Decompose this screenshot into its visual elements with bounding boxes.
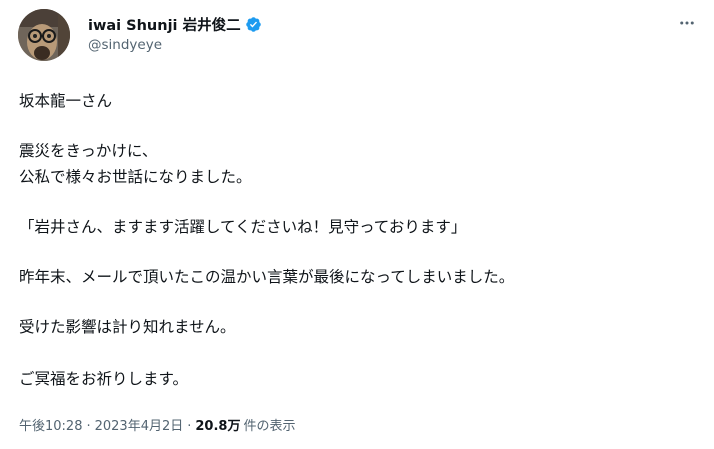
avatar-image bbox=[18, 9, 70, 61]
tweet-footer: 午後10:28 · 2023年4月2日 · 20.8万 件の表示 bbox=[19, 415, 295, 434]
verified-badge-icon bbox=[245, 16, 262, 33]
views-label: 件の表示 bbox=[243, 419, 296, 434]
footer-separator: · bbox=[187, 419, 192, 434]
tweet-time[interactable]: 午後10:28 bbox=[19, 415, 82, 434]
tweet-text-line: 震災をきっかけに、 bbox=[19, 142, 158, 160]
author-display-name[interactable]: iwai Shunji 岩井俊二 bbox=[88, 14, 241, 35]
more-options-icon bbox=[680, 21, 694, 25]
tweet-text-line: 「岩井さん、ますます活躍してくださいね！見守っております」 bbox=[19, 218, 467, 236]
footer-separator: · bbox=[86, 419, 91, 434]
author-name-row[interactable]: iwai Shunji 岩井俊二 bbox=[88, 14, 262, 34]
tweet-date[interactable]: 2023年4月2日 bbox=[95, 415, 184, 434]
more-options-button[interactable] bbox=[676, 12, 698, 34]
tweet-text-line: 坂本龍一さん bbox=[19, 92, 113, 110]
tweet-text-line: ご冥福をお祈りします。 bbox=[19, 370, 188, 388]
tweet-text-line: 昨年末、メールで頂いたこの温かい言葉が最後になってしまいました。 bbox=[19, 268, 515, 286]
tweet-card: iwai Shunji 岩井俊二 @sindyeye 坂本龍一さん 震災をきっか… bbox=[0, 0, 714, 449]
tweet-text-line: 受けた影響は計り知れません。 bbox=[19, 318, 236, 336]
author-handle[interactable]: @sindyeye bbox=[88, 37, 162, 53]
views-count[interactable]: 20.8万 bbox=[195, 415, 240, 434]
tweet-text-line: 公私で様々お世話になりました。 bbox=[19, 168, 252, 186]
avatar[interactable] bbox=[18, 9, 70, 61]
